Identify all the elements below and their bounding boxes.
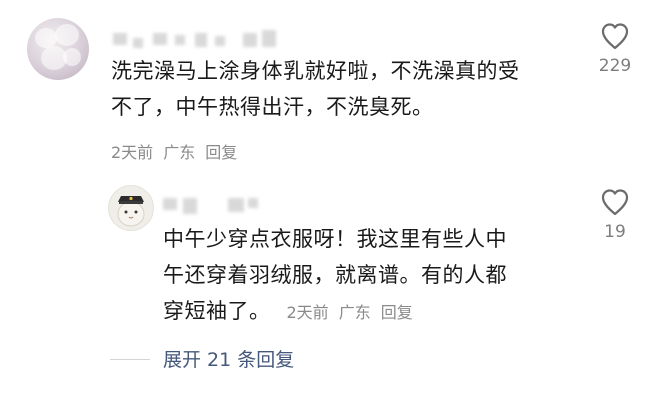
- like-button[interactable]: 229: [590, 22, 640, 76]
- heart-outline-icon: [601, 23, 629, 50]
- comment-line: 午还穿着羽绒服，就离谱。有的人都: [163, 263, 507, 287]
- like-button[interactable]: 19: [590, 188, 640, 242]
- comment-location: 广东: [338, 303, 371, 322]
- expand-replies-button[interactable]: 展开 21 条回复: [163, 345, 294, 372]
- reply-meta: 2天前 广东 回复: [287, 303, 423, 322]
- comment-location: 广东: [163, 143, 196, 162]
- comment-meta: 2天前 广东 回复: [111, 139, 247, 163]
- like-count: 229: [598, 56, 632, 76]
- comment-line: 穿短袖了。 2天前 广东 回复: [163, 293, 507, 331]
- comment-line: 中午少穿点衣服呀！我这里有些人中: [163, 227, 507, 251]
- reply-button[interactable]: 回复: [381, 303, 413, 322]
- comment-time: 2天前: [286, 303, 329, 322]
- comment-line: 洗完澡马上涂身体乳就好啦，不洗澡真的受: [111, 59, 520, 83]
- avatar-cat-pirate-icon[interactable]: [108, 185, 154, 231]
- comment-text: 洗完澡马上涂身体乳就好啦，不洗澡真的受 不了，中午热得出汗，不洗臭死。: [111, 53, 520, 125]
- heart-outline-icon: [601, 189, 629, 216]
- reply-button[interactable]: 回复: [205, 143, 237, 162]
- reply-text: 中午少穿点衣服呀！我这里有些人中 午还穿着羽绒服，就离谱。有的人都 穿短袖了。 2…: [163, 221, 507, 331]
- cat-pirate-avatar-icon: [117, 196, 145, 227]
- avatar-flower-icon[interactable]: [27, 18, 89, 80]
- comment-line-text: 穿短袖了。: [163, 299, 271, 323]
- like-count: 19: [604, 222, 626, 242]
- expand-divider: [110, 359, 150, 360]
- comment-time: 2天前: [111, 143, 154, 162]
- comment-line: 不了，中午热得出汗，不洗臭死。: [111, 95, 434, 119]
